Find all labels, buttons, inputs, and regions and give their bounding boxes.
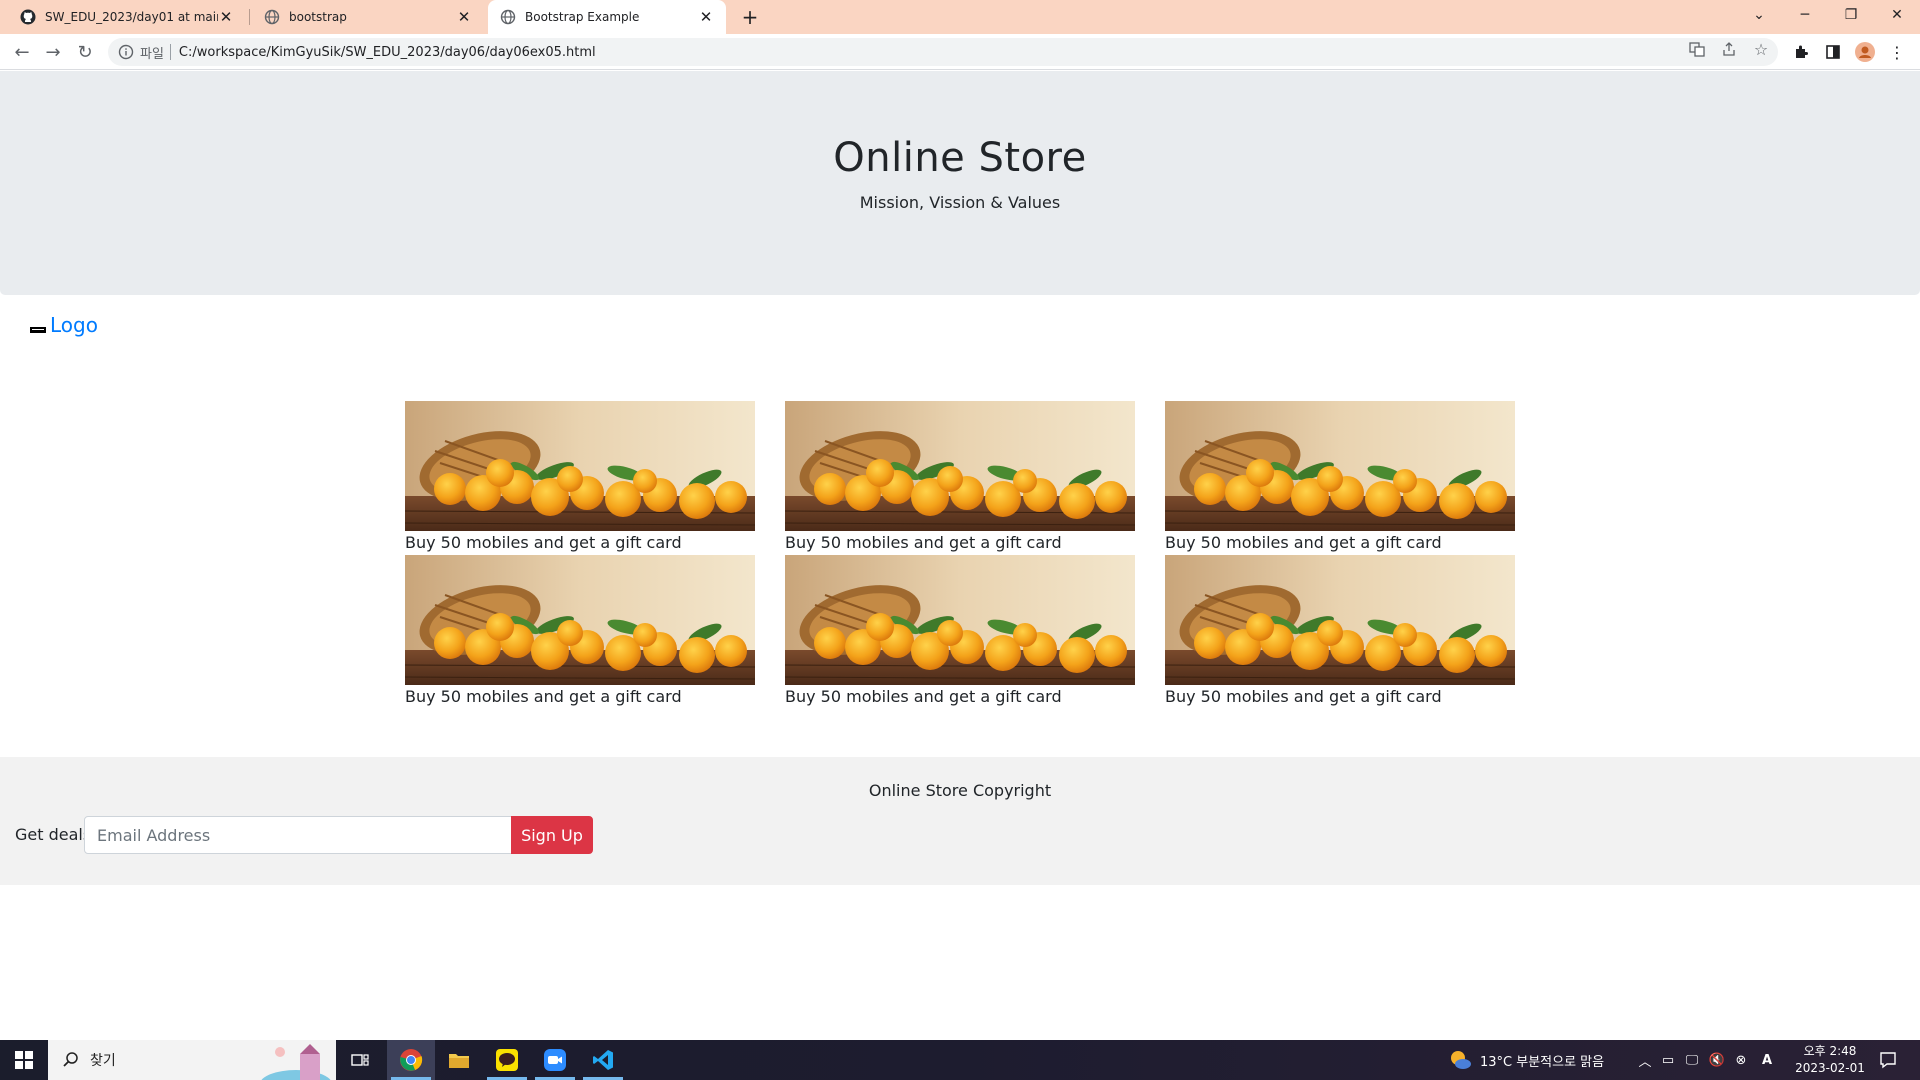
notifications-icon[interactable]: [1870, 1040, 1906, 1080]
product-card: Buy 50 mobiles and get a gift card: [1165, 555, 1515, 707]
menu-kebab-icon[interactable]: ⋮: [1883, 38, 1911, 66]
product-caption: Buy 50 mobiles and get a gift card: [1165, 533, 1442, 552]
product-image[interactable]: [785, 401, 1135, 531]
product-caption: Buy 50 mobiles and get a gift card: [1165, 687, 1442, 706]
weather-text: 13°C 부분적으로 맑음: [1480, 1054, 1605, 1070]
page-subtitle: Mission, Vission & Values: [859, 193, 1061, 212]
globe-icon: [264, 9, 280, 25]
clock[interactable]: 오후 2:48 2023-02-01: [1780, 1043, 1880, 1077]
reload-icon[interactable]: ↻: [71, 38, 99, 66]
chrome-taskbar-icon[interactable]: [387, 1040, 435, 1080]
side-panel-icon[interactable]: [1819, 38, 1847, 66]
product-image[interactable]: [1165, 555, 1515, 685]
product-image[interactable]: [405, 555, 755, 685]
tab-strip: SW_EDU_2023/day01 at main · ✕ bootstrap …: [0, 0, 1920, 34]
web-page: Online Store Mission, Vission & Values L…: [0, 71, 1920, 1039]
close-icon[interactable]: ✕: [456, 8, 472, 26]
product-card: Buy 50 mobiles and get a gift card: [405, 401, 755, 553]
taskbar-search[interactable]: 찾기: [48, 1040, 336, 1080]
minimize-button[interactable]: ─: [1782, 0, 1828, 30]
back-arrow-icon[interactable]: ←: [8, 38, 36, 66]
navbar-brand[interactable]: Logo: [30, 313, 98, 337]
product-image[interactable]: [405, 401, 755, 531]
address-bar[interactable]: 파일 C:/workspace/KimGyuSik/SW_EDU_2023/da…: [108, 38, 1778, 66]
restore-button[interactable]: ❐: [1828, 0, 1874, 30]
search-label: 찾기: [90, 1053, 116, 1069]
weather-widget[interactable]: 13°C 부분적으로 맑음: [1448, 1040, 1628, 1080]
forward-arrow-icon[interactable]: →: [39, 38, 67, 66]
taskbar: 찾기 13°C 부분적으로 맑음 ︿ ▭ 🖵 🔇 ⊗ A 오후 2:48 202…: [0, 1040, 1920, 1080]
email-field[interactable]: [84, 816, 512, 854]
product-card: Buy 50 mobiles and get a gift card: [785, 401, 1135, 553]
product-caption: Buy 50 mobiles and get a gift card: [405, 533, 682, 552]
status-x-icon[interactable]: ⊗: [1729, 1040, 1753, 1080]
close-icon[interactable]: ✕: [218, 8, 234, 26]
weather-sun-cloud-icon: [1451, 1051, 1471, 1069]
close-icon[interactable]: ✕: [698, 8, 714, 26]
globe-icon: [500, 9, 516, 25]
tab-title: bootstrap: [289, 10, 347, 24]
footer: Online Store Copyright Get deals: Sign U…: [0, 757, 1920, 885]
logo-image: [30, 327, 46, 333]
window-close-button[interactable]: ✕: [1874, 0, 1920, 30]
product-image[interactable]: [785, 555, 1135, 685]
tab-bootstrap[interactable]: bootstrap ✕: [252, 0, 484, 34]
tab-title: SW_EDU_2023/day01 at main ·: [45, 10, 218, 24]
translate-icon[interactable]: [1688, 40, 1706, 58]
scheme-label: 파일: [140, 46, 164, 62]
logo-link[interactable]: Logo: [50, 313, 98, 337]
vscode-icon[interactable]: [579, 1040, 627, 1080]
url-text[interactable]: C:/workspace/KimGyuSik/SW_EDU_2023/day06…: [179, 45, 596, 60]
new-tab-button[interactable]: +: [738, 5, 762, 29]
file-explorer-icon[interactable]: [435, 1040, 483, 1080]
product-card: Buy 50 mobiles and get a gift card: [405, 555, 755, 707]
search-highlight-image: [261, 1044, 331, 1080]
tab-bootstrap-example[interactable]: Bootstrap Example ✕: [488, 0, 726, 34]
product-caption: Buy 50 mobiles and get a gift card: [405, 687, 682, 706]
ime-indicator[interactable]: A: [1755, 1040, 1779, 1080]
divider: [169, 44, 171, 60]
zoom-icon[interactable]: [531, 1040, 579, 1080]
network-icon[interactable]: 🖵: [1680, 1040, 1704, 1080]
product-card: Buy 50 mobiles and get a gift card: [1165, 401, 1515, 553]
browser-toolbar: ← → ↻ 파일 C:/workspace/KimGyuSik/SW_EDU_2…: [0, 34, 1920, 70]
tray-expand-chevron-icon[interactable]: ︿: [1634, 1040, 1656, 1080]
windows-start-icon[interactable]: [0, 1040, 48, 1080]
profile-avatar[interactable]: [1851, 38, 1879, 66]
product-card: Buy 50 mobiles and get a gift card: [785, 555, 1135, 707]
product-caption: Buy 50 mobiles and get a gift card: [785, 533, 1062, 552]
search-icon: [63, 1052, 78, 1067]
info-icon[interactable]: [118, 44, 134, 60]
meet-now-icon[interactable]: ▭: [1657, 1040, 1679, 1080]
product-image[interactable]: [1165, 401, 1515, 531]
extensions-icon[interactable]: [1787, 38, 1815, 66]
github-icon: [20, 9, 36, 25]
share-icon[interactable]: [1720, 40, 1738, 58]
tab-github[interactable]: SW_EDU_2023/day01 at main · ✕: [8, 0, 246, 34]
tab-divider: [249, 9, 250, 25]
bookmark-star-icon[interactable]: ☆: [1752, 40, 1770, 59]
tab-search-chevron-icon[interactable]: ⌄: [1736, 0, 1782, 30]
page-title: Online Store: [833, 135, 1087, 181]
copyright-text: Online Store Copyright: [868, 781, 1052, 800]
task-view-icon[interactable]: [342, 1040, 378, 1080]
kakaotalk-icon[interactable]: [483, 1040, 531, 1080]
clock-time: 오후 2:48: [1803, 1044, 1857, 1058]
jumbotron: Online Store Mission, Vission & Values: [0, 71, 1920, 295]
tab-title: Bootstrap Example: [525, 10, 640, 24]
signup-button[interactable]: Sign Up: [511, 816, 593, 854]
volume-muted-icon[interactable]: 🔇: [1705, 1040, 1729, 1080]
product-caption: Buy 50 mobiles and get a gift card: [785, 687, 1062, 706]
clock-date: 2023-02-01: [1795, 1061, 1865, 1075]
